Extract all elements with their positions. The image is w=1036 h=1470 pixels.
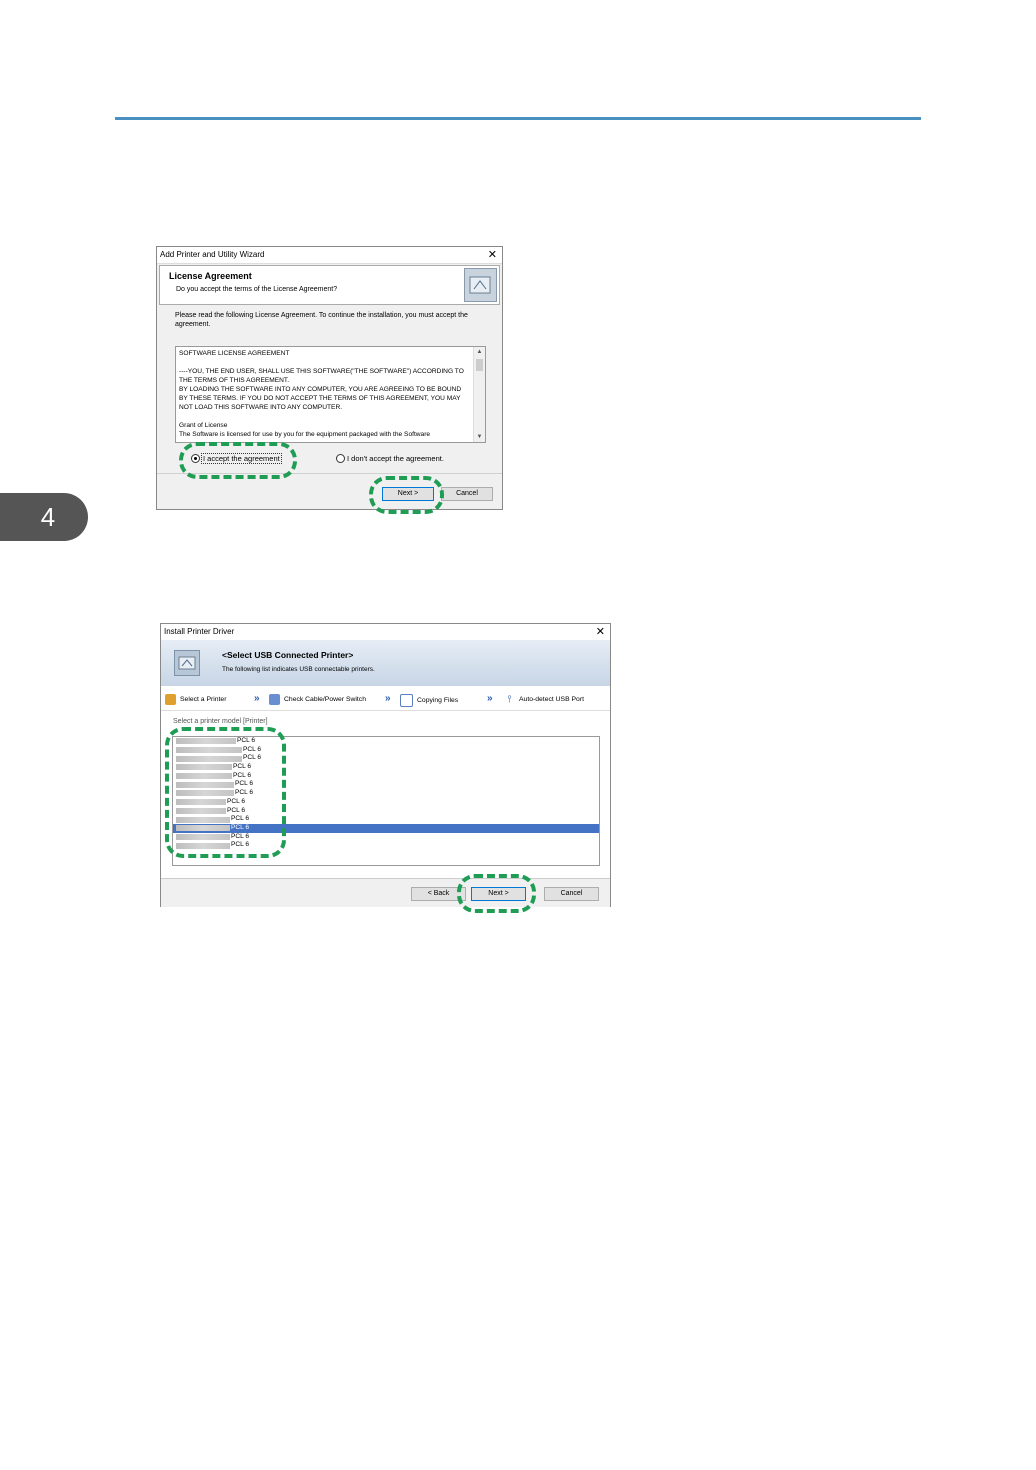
chevron-right-icon: » (385, 693, 391, 704)
license-textbox[interactable]: SOFTWARE LICENSE AGREEMENT ----YOU, THE … (175, 346, 486, 443)
intro-text: Please read the following License Agreem… (175, 312, 468, 328)
wizard-header: License Agreement Do you accept the term… (159, 265, 500, 305)
step-select-printer: Select a Printer (165, 694, 226, 705)
page-subtitle: The following list indicates USB connect… (222, 666, 375, 673)
decline-radio-label: I don't accept the agreement. (347, 454, 444, 463)
close-icon[interactable]: ✕ (488, 247, 497, 263)
scroll-thumb[interactable] (476, 359, 483, 371)
step-copying-files: Copying Files (400, 694, 458, 707)
printer-icon (165, 694, 176, 705)
page-title: <Select USB Connected Printer> (222, 650, 354, 660)
step-check-cable: Check Cable/Power Switch (269, 694, 366, 705)
highlight-printer-list (165, 727, 286, 858)
printer-list-label: Select a printer model [Printer] (173, 718, 268, 725)
usb-icon: ⫯ (504, 694, 515, 705)
title-bar: Add Printer and Utility Wizard ✕ (157, 247, 502, 264)
step-indicator: Select a Printer » Check Cable/Power Swi… (161, 688, 610, 711)
cancel-button[interactable]: Cancel (441, 487, 493, 501)
decline-radio-button[interactable] (336, 454, 345, 463)
chevron-right-icon: » (487, 693, 493, 704)
license-text: SOFTWARE LICENSE AGREEMENT ----YOU, THE … (179, 350, 464, 438)
window-title: Install Printer Driver (164, 627, 235, 636)
highlight-next-button (369, 476, 444, 514)
highlight-accept-radio (179, 442, 297, 479)
chevron-right-icon: » (254, 693, 260, 704)
title-bar: Install Printer Driver ✕ (161, 624, 610, 641)
copy-icon (400, 694, 413, 707)
step-label: Auto-detect USB Port (519, 696, 584, 703)
step-label: Select a Printer (180, 696, 227, 703)
page-subtitle: Do you accept the terms of the License A… (176, 286, 338, 293)
highlight-next-button (457, 874, 536, 913)
step-auto-detect-usb: ⫯ Auto-detect USB Port (504, 694, 584, 705)
step-label: Check Cable/Power Switch (284, 696, 366, 703)
installer-icon (464, 268, 497, 302)
step-label: Copying Files (417, 697, 459, 704)
decline-radio-option[interactable]: I don't accept the agreement. (336, 454, 444, 463)
vertical-scrollbar[interactable]: ▲ ▼ (473, 347, 485, 442)
scroll-up-icon[interactable]: ▲ (474, 347, 485, 357)
scroll-down-icon[interactable]: ▼ (474, 432, 485, 442)
window-title: Add Printer and Utility Wizard (160, 250, 265, 259)
button-bar: < Back Next > Cancel (161, 878, 610, 907)
wizard-banner: <Select USB Connected Printer> The follo… (161, 640, 610, 686)
cancel-button[interactable]: Cancel (544, 887, 599, 901)
page-title: License Agreement (169, 271, 252, 281)
close-icon[interactable]: ✕ (596, 624, 605, 640)
plug-icon (269, 694, 280, 705)
installer-icon (174, 650, 200, 676)
header-rule (115, 117, 921, 120)
chapter-tab: 4 (0, 493, 88, 541)
